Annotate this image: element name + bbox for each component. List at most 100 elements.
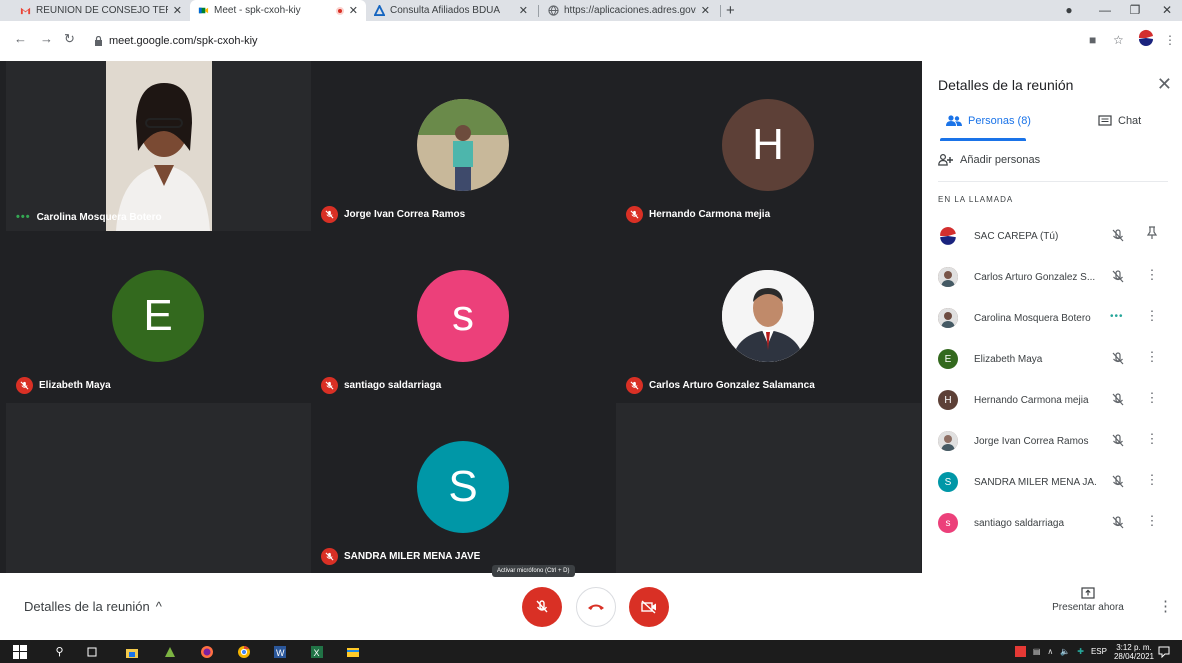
- close-tab-icon[interactable]: ✕: [701, 4, 710, 17]
- tab-chat[interactable]: Chat: [1098, 115, 1141, 127]
- pin-icon[interactable]: [1144, 226, 1160, 243]
- store-icon[interactable]: [124, 644, 139, 659]
- tab-gmail[interactable]: REUNION DE CONSEJO TERRITORIAL ✕: [12, 0, 190, 21]
- forward-icon[interactable]: →: [40, 31, 53, 46]
- participant-more-icon[interactable]: ⋮: [1144, 472, 1160, 488]
- mic-off-icon: [626, 377, 643, 394]
- tray-chevron-icon[interactable]: ∧: [1047, 647, 1053, 656]
- participant-name: SAC CAREPA (Tú): [974, 230, 1059, 242]
- participant-avatar: H: [938, 390, 958, 410]
- camera-indicator-icon[interactable]: ■: [1089, 33, 1096, 47]
- participant-more-icon[interactable]: ⋮: [1144, 308, 1160, 324]
- excel-icon[interactable]: X: [309, 644, 324, 659]
- word-icon[interactable]: W: [272, 644, 287, 659]
- participant-avatar: s: [417, 270, 509, 362]
- tile-name: Carlos Arturo Gonzalez Salamanca: [626, 377, 815, 394]
- firefox-icon[interactable]: [199, 644, 214, 659]
- reload-icon[interactable]: ↻: [64, 31, 75, 47]
- profile-menu-icon[interactable]: ●: [1054, 0, 1084, 21]
- meeting-details-button[interactable]: Detalles de la reunión ^: [24, 599, 162, 614]
- mic-off-icon: [1110, 269, 1126, 285]
- tab-separator: [538, 5, 539, 17]
- more-options-icon[interactable]: ⋮: [1158, 597, 1173, 615]
- participant-row[interactable]: H Hernando Carmona mejia ⋮: [938, 380, 1174, 420]
- close-tab-icon[interactable]: ✕: [519, 4, 528, 17]
- participant-more-icon[interactable]: ⋮: [1144, 431, 1160, 447]
- participant-more-icon[interactable]: ⋮: [1144, 390, 1160, 406]
- file-explorer-icon[interactable]: [345, 644, 360, 659]
- tray-network-icon[interactable]: ▤: [1033, 647, 1041, 656]
- clock[interactable]: 3:12 p. m. 28/04/2021: [1114, 643, 1154, 661]
- participant-tile[interactable]: E Elizabeth Maya: [6, 232, 311, 402]
- chrome-icon[interactable]: [236, 644, 251, 659]
- browser-menu-icon[interactable]: ⋮: [1164, 33, 1176, 47]
- search-icon[interactable]: ⚲: [52, 644, 67, 659]
- notifications-icon[interactable]: [1156, 644, 1171, 659]
- app-icon[interactable]: [162, 644, 177, 659]
- tile-name: Jorge Ivan Correa Ramos: [321, 206, 465, 223]
- tray-security-icon[interactable]: ✚: [1077, 647, 1084, 656]
- present-screen-icon: [1081, 587, 1095, 599]
- participant-more-icon[interactable]: ⋮: [1144, 267, 1160, 283]
- participant-tile[interactable]: S SANDRA MILER MENA JAVE: [311, 403, 616, 573]
- system-tray: ▤ ∧ 🔈 ✚ ESP 3:12 p. m. 28/04/2021: [1014, 640, 1154, 663]
- participant-row[interactable]: Carlos Arturo Gonzalez S... ⋮: [938, 257, 1174, 297]
- tile-name: Hernando Carmona mejia: [626, 206, 770, 223]
- url-field[interactable]: meet.google.com/spk-cxoh-kiy: [84, 29, 1084, 53]
- participant-tile[interactable]: H Hernando Carmona mejia: [616, 61, 921, 231]
- participant-tile[interactable]: Jorge Ivan Correa Ramos: [311, 61, 616, 231]
- profile-avatar[interactable]: [1137, 29, 1155, 50]
- participant-photo: [722, 270, 814, 362]
- adres-icon: [374, 5, 385, 16]
- participant-tile[interactable]: s santiago saldarriaga: [311, 232, 616, 402]
- tray-volume-icon[interactable]: 🔈: [1060, 647, 1070, 656]
- add-people-button[interactable]: Añadir personas: [938, 154, 1040, 166]
- input-language[interactable]: ESP: [1091, 647, 1107, 656]
- recording-icon: [335, 6, 344, 15]
- close-tab-icon[interactable]: ✕: [349, 4, 358, 17]
- tab-adres[interactable]: https://aplicaciones.adres.gov.co ✕: [540, 0, 718, 21]
- windows-taskbar: ⚲ W X ▤ ∧ 🔈 ✚ ESP 3:12 p. m. 28/04/2021: [0, 640, 1182, 663]
- participant-row[interactable]: SAC CAREPA (Tú): [938, 216, 1174, 256]
- gmail-icon: [20, 7, 31, 15]
- participant-row[interactable]: Carolina Mosquera Botero ••• ⋮: [938, 298, 1174, 338]
- participant-more-icon[interactable]: ⋮: [1144, 513, 1160, 529]
- participant-row[interactable]: Jorge Ivan Correa Ramos ⋮: [938, 421, 1174, 461]
- participant-tile[interactable]: Carlos Arturo Gonzalez Salamanca: [616, 232, 921, 402]
- tab-people[interactable]: Personas (8): [946, 115, 1031, 127]
- tray-app-icon[interactable]: [1014, 646, 1026, 657]
- participant-tile[interactable]: ••• Carolina Mosquera Botero: [6, 61, 311, 231]
- toggle-mic-button[interactable]: [522, 587, 562, 627]
- present-now-button[interactable]: Presentar ahora: [1048, 587, 1128, 613]
- participant-row[interactable]: s santiago saldarriaga ⋮: [938, 503, 1174, 543]
- svg-text:X: X: [313, 648, 319, 658]
- mic-off-icon: [1110, 392, 1126, 408]
- video-feed: [106, 61, 212, 231]
- minimize-icon[interactable]: —: [1090, 0, 1120, 21]
- participant-name: Jorge Ivan Correa Ramos: [974, 435, 1089, 447]
- windows-start-icon[interactable]: [12, 644, 27, 659]
- address-bar-row: ← → ↻ meet.google.com/spk-cxoh-kiy ■ ☆ ⋮: [0, 21, 1182, 61]
- restore-icon[interactable]: ❐: [1120, 0, 1150, 21]
- close-panel-icon[interactable]: ✕: [1157, 74, 1172, 95]
- new-tab-button[interactable]: +: [726, 0, 735, 21]
- chat-icon: [1098, 115, 1112, 126]
- toggle-camera-button[interactable]: [629, 587, 669, 627]
- participant-more-icon[interactable]: ⋮: [1144, 349, 1160, 365]
- close-tab-icon[interactable]: ✕: [173, 4, 182, 17]
- tab-bdua[interactable]: Consulta Afiliados BDUA ✕: [366, 0, 536, 21]
- bookmark-star-icon[interactable]: ☆: [1113, 33, 1124, 47]
- participant-row[interactable]: E Elizabeth Maya ⋮: [938, 339, 1174, 379]
- close-window-icon[interactable]: ✕: [1152, 0, 1182, 21]
- mic-off-icon: [321, 548, 338, 565]
- browser-tab-strip: REUNION DE CONSEJO TERRITORIAL ✕ Meet - …: [0, 0, 1182, 21]
- participant-name: SANDRA MILER MENA JA...: [974, 476, 1096, 488]
- tab-meet[interactable]: Meet - spk-cxoh-kiy ✕: [190, 0, 366, 21]
- task-view-icon[interactable]: [84, 644, 99, 659]
- leave-call-button[interactable]: [576, 587, 616, 627]
- participant-row[interactable]: S SANDRA MILER MENA JA... ⋮: [938, 462, 1174, 502]
- back-icon[interactable]: ←: [14, 31, 27, 46]
- participant-avatar: S: [417, 441, 509, 533]
- chevron-up-icon: ^: [155, 599, 162, 614]
- participant-avatar: [938, 226, 958, 246]
